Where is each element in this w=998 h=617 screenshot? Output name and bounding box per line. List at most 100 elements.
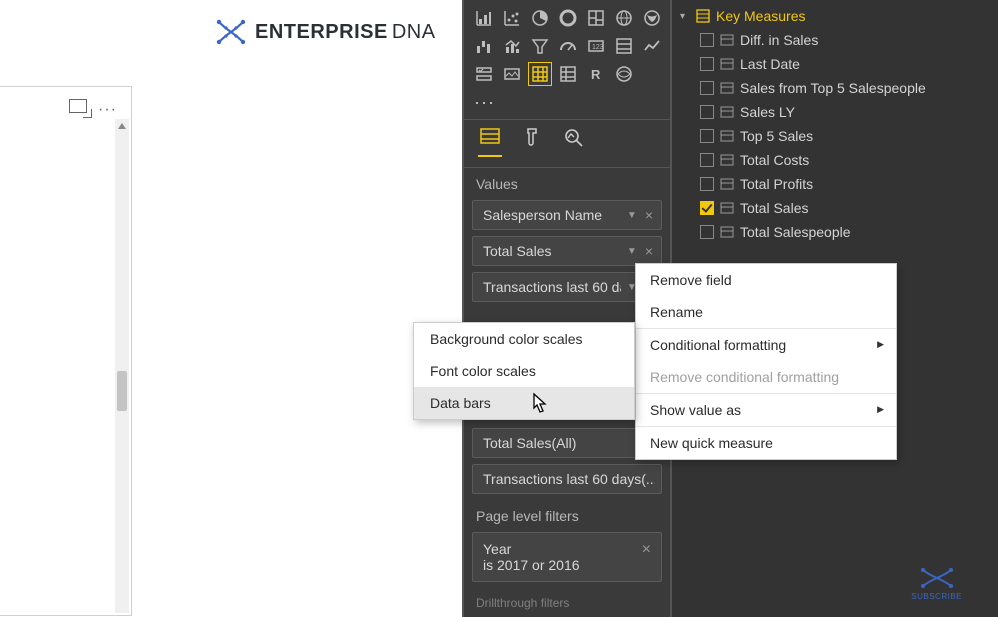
table-row-key-measures[interactable]: ▾ Key Measures bbox=[672, 0, 998, 28]
viz-pie-icon[interactable] bbox=[528, 6, 552, 30]
field-well-salesperson-name[interactable]: Salesperson Name ▼ × bbox=[472, 200, 662, 230]
logo-text: ENTERPRISE DNA bbox=[255, 21, 436, 44]
filter-well-transactions-60[interactable]: Transactions last 60 days(... bbox=[472, 464, 662, 494]
field-name: Total Salespeople bbox=[740, 224, 988, 240]
measure-icon bbox=[720, 129, 734, 143]
focus-mode-icon[interactable] bbox=[69, 99, 87, 113]
more-options-icon[interactable]: ··· bbox=[98, 101, 117, 119]
viz-slicer-icon[interactable] bbox=[472, 62, 496, 86]
viz-clustered-bar-icon[interactable] bbox=[472, 6, 496, 30]
field-row[interactable]: Diff. in Sales bbox=[672, 28, 998, 52]
mouse-cursor-icon bbox=[528, 392, 550, 423]
viz-r-script-icon[interactable]: R bbox=[584, 62, 608, 86]
chevron-down-icon[interactable]: ▼ bbox=[621, 210, 643, 221]
subscribe-label: SUBSCRIBE bbox=[911, 592, 962, 601]
viz-card-icon[interactable]: 123 bbox=[584, 34, 608, 58]
remove-field-icon[interactable]: × bbox=[643, 243, 655, 259]
viz-treemap-icon[interactable] bbox=[584, 6, 608, 30]
enterprise-dna-logo: ENTERPRISE DNA bbox=[215, 18, 436, 46]
menu-item-new-quick-measure[interactable]: New quick measure bbox=[636, 427, 896, 459]
menu-item-conditional-formatting[interactable]: Conditional formatting bbox=[636, 329, 896, 361]
remove-filter-icon[interactable]: × bbox=[642, 541, 651, 559]
field-row[interactable]: Total Profits bbox=[672, 172, 998, 196]
menu-item-remove-field[interactable]: Remove field bbox=[636, 264, 896, 296]
checkbox-checked[interactable] bbox=[700, 201, 714, 215]
field-name: Total Sales bbox=[740, 200, 988, 216]
viz-arcgis-icon[interactable] bbox=[612, 62, 636, 86]
viz-scatter-icon[interactable] bbox=[500, 6, 524, 30]
checkbox[interactable] bbox=[700, 81, 714, 95]
checkbox[interactable] bbox=[700, 153, 714, 167]
menu-item-remove-conditional-formatting: Remove conditional formatting bbox=[636, 361, 896, 393]
filter-well-total-sales[interactable]: Total Sales(All) bbox=[472, 428, 662, 458]
checkbox[interactable] bbox=[700, 129, 714, 143]
viz-table-icon[interactable] bbox=[528, 62, 552, 86]
measure-icon bbox=[720, 33, 734, 47]
remove-field-icon[interactable]: × bbox=[643, 207, 655, 223]
analytics-tab-icon[interactable] bbox=[562, 126, 586, 157]
field-name: Sales LY bbox=[740, 104, 988, 120]
viz-matrix-icon[interactable] bbox=[556, 62, 580, 86]
field-name: Diff. in Sales bbox=[740, 32, 988, 48]
chevron-down-icon[interactable]: ▼ bbox=[621, 246, 643, 257]
checkbox[interactable] bbox=[700, 105, 714, 119]
vertical-scrollbar[interactable] bbox=[115, 119, 129, 613]
collapse-icon[interactable]: ▾ bbox=[680, 11, 690, 22]
field-well-total-sales[interactable]: Total Sales ▼ × bbox=[472, 236, 662, 266]
viz-placeholder-icon bbox=[640, 62, 664, 86]
scrollbar-thumb[interactable] bbox=[117, 371, 127, 411]
measure-icon bbox=[720, 225, 734, 239]
menu-item-rename[interactable]: Rename bbox=[636, 296, 896, 328]
measure-icon bbox=[720, 105, 734, 119]
viz-waterfall-icon[interactable] bbox=[472, 34, 496, 58]
checkbox[interactable] bbox=[700, 57, 714, 71]
field-row[interactable]: Total Costs bbox=[672, 148, 998, 172]
field-name: Sales from Top 5 Salespeople bbox=[740, 80, 988, 96]
checkbox[interactable] bbox=[700, 225, 714, 239]
fields-tab-icon[interactable] bbox=[478, 126, 502, 157]
menu-item-show-value-as[interactable]: Show value as bbox=[636, 394, 896, 426]
viz-gauge-icon[interactable] bbox=[556, 34, 580, 58]
field-well-label: Total Sales bbox=[483, 243, 621, 259]
field-name: Total Costs bbox=[740, 152, 988, 168]
page-level-filters-label: Page level filters bbox=[464, 500, 670, 532]
field-row[interactable]: Last Date bbox=[672, 52, 998, 76]
measure-icon bbox=[720, 201, 734, 215]
table-icon bbox=[696, 9, 710, 23]
viz-donut-icon[interactable] bbox=[556, 6, 580, 30]
filter-condition: is 2017 or 2016 bbox=[483, 557, 651, 573]
measure-icon bbox=[720, 81, 734, 95]
viz-table2-icon[interactable] bbox=[500, 62, 524, 86]
page-filter-year[interactable]: × Year is 2017 or 2016 bbox=[472, 532, 662, 582]
menu-item-background-color-scales[interactable]: Background color scales bbox=[414, 323, 634, 355]
field-name: Total Profits bbox=[740, 176, 988, 192]
field-row[interactable]: Top 5 Sales bbox=[672, 124, 998, 148]
svg-text:123: 123 bbox=[592, 44, 604, 51]
values-section-label: Values bbox=[464, 168, 670, 200]
viz-kpi-icon[interactable] bbox=[640, 34, 664, 58]
drillthrough-filters-label: Drillthrough filters bbox=[464, 590, 670, 610]
dna-helix-icon bbox=[215, 18, 247, 46]
field-row[interactable]: Sales LY bbox=[672, 100, 998, 124]
viz-funnel-icon[interactable] bbox=[528, 34, 552, 58]
viz-combo-icon[interactable] bbox=[500, 34, 524, 58]
measure-icon bbox=[720, 177, 734, 191]
format-tab-icon[interactable] bbox=[520, 126, 544, 157]
viz-filled-map-icon[interactable] bbox=[640, 6, 664, 30]
conditional-formatting-submenu: Background color scales Font color scale… bbox=[413, 322, 635, 420]
more-visuals-icon[interactable]: ··· bbox=[464, 92, 670, 119]
field-row[interactable]: Total Sales bbox=[672, 196, 998, 220]
subscribe-badge[interactable]: SUBSCRIBE bbox=[911, 566, 962, 601]
field-row[interactable]: Sales from Top 5 Salespeople bbox=[672, 76, 998, 100]
field-well-transactions-60[interactable]: Transactions last 60 day ▼ × bbox=[472, 272, 662, 302]
viz-multi-row-card-icon[interactable] bbox=[612, 34, 636, 58]
menu-item-data-bars[interactable]: Data bars bbox=[414, 387, 634, 419]
viz-map-icon[interactable] bbox=[612, 6, 636, 30]
table-name: Key Measures bbox=[716, 8, 988, 24]
checkbox[interactable] bbox=[700, 177, 714, 191]
menu-item-font-color-scales: Font color scales bbox=[414, 355, 634, 387]
filter-field-name: Year bbox=[483, 541, 651, 557]
filter-well-label: Total Sales(All) bbox=[483, 435, 655, 451]
checkbox[interactable] bbox=[700, 33, 714, 47]
field-row[interactable]: Total Salespeople bbox=[672, 220, 998, 244]
